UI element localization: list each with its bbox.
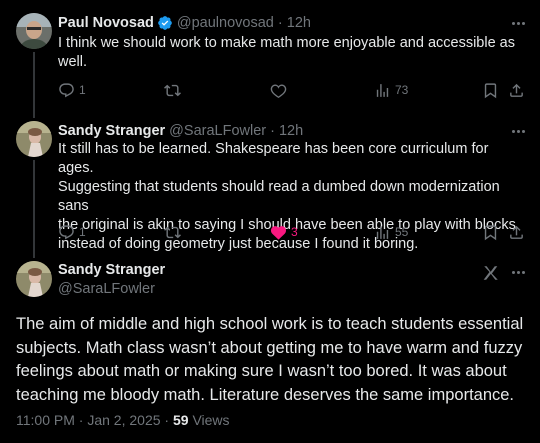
tweet-meta: 11:00 PM · Jan 2, 2025 · 59 Views: [16, 412, 230, 428]
retweet-button[interactable]: [164, 222, 181, 242]
action-bar: 1 73: [58, 80, 524, 100]
retweet-icon: [164, 84, 181, 96]
views-icon: [376, 83, 389, 97]
separator-dot: ·: [164, 412, 173, 428]
bookmark-icon: [484, 82, 497, 98]
reply-count: 1: [79, 225, 86, 239]
retweet-icon: [164, 226, 181, 238]
verified-icon: [158, 16, 172, 30]
views-label: Views: [192, 412, 230, 428]
more-icon[interactable]: [508, 13, 528, 33]
bookmark-icon: [484, 224, 497, 240]
text-line: teaching me bloody math. Literature dese…: [16, 385, 515, 404]
reply-count: 1: [79, 83, 86, 97]
views-icon: [376, 225, 389, 239]
more-icon[interactable]: [508, 262, 528, 282]
author-name[interactable]: Sandy Stranger: [58, 123, 165, 139]
thread-connector: [33, 52, 35, 118]
author-handle[interactable]: @SaraLFowler: [169, 123, 266, 139]
author-handle[interactable]: @SaraLFowler: [58, 281, 155, 297]
timestamp[interactable]: 12h: [287, 15, 311, 31]
avatar[interactable]: [16, 13, 52, 49]
views-count: 59: [172, 412, 189, 428]
action-bar: 1 3 55: [58, 222, 524, 242]
views-button[interactable]: 73: [374, 80, 408, 100]
views-count: 73: [395, 83, 409, 97]
share-icon: [510, 83, 523, 97]
grok-icon[interactable]: [482, 264, 500, 282]
post-time[interactable]: 11:00 PM: [16, 412, 75, 428]
like-button[interactable]: [270, 80, 287, 100]
text-line: Suggesting that students should read a d…: [58, 179, 500, 214]
author-name[interactable]: Sandy Stranger: [58, 262, 165, 278]
post-date[interactable]: Jan 2, 2025: [87, 412, 160, 428]
views-button[interactable]: 55: [374, 222, 408, 242]
text-line: subjects. Math class wasn’t about gettin…: [16, 338, 523, 357]
share-icon: [510, 225, 523, 239]
tweet-sandy-stranger-reply[interactable]: Sandy Stranger @SaraLFowler · 12h It sti…: [0, 121, 540, 252]
like-icon: [270, 83, 287, 98]
author-name[interactable]: Paul Novosad: [58, 15, 154, 31]
avatar[interactable]: [16, 261, 52, 297]
thread-connector: [33, 160, 35, 258]
separator-dot: ·: [266, 123, 279, 139]
text-line: well.: [58, 54, 88, 70]
like-icon: [270, 225, 287, 240]
more-icon[interactable]: [508, 121, 528, 141]
bookmark-button[interactable]: [482, 80, 499, 100]
text-line: feelings about math or making sure I was…: [16, 362, 507, 380]
tweet-text: I think we should work to make math more…: [58, 34, 522, 72]
text-line: The aim of middle and high school work i…: [16, 315, 524, 333]
share-button[interactable]: [508, 80, 525, 100]
tweet-paul-novosad[interactable]: Paul Novosad @paulnovosad · 12h I think …: [0, 13, 540, 113]
tweet-text: The aim of middle and high school work i…: [16, 313, 526, 407]
like-button[interactable]: 3: [270, 222, 298, 242]
author-handle[interactable]: @paulnovosad: [177, 15, 274, 31]
timestamp[interactable]: 12h: [279, 123, 303, 139]
separator-dot: ·: [273, 15, 287, 31]
avatar[interactable]: [16, 121, 52, 157]
reply-icon: [59, 224, 74, 239]
text-line: It still has to be learned. Shakespeare …: [58, 141, 489, 176]
retweet-button[interactable]: [164, 80, 181, 100]
bookmark-button[interactable]: [482, 222, 499, 242]
share-button[interactable]: [508, 222, 525, 242]
like-count: 3: [291, 225, 298, 239]
reply-button[interactable]: 1: [58, 80, 86, 100]
views-count: 55: [395, 225, 409, 239]
text-line: I think we should work to make math more…: [58, 35, 515, 51]
tweet-header: Paul Novosad @paulnovosad · 12h: [58, 13, 311, 33]
reply-button[interactable]: 1: [58, 222, 86, 242]
reply-icon: [59, 82, 74, 97]
tweet-header: Sandy Stranger @SaraLFowler · 12h: [58, 121, 303, 141]
